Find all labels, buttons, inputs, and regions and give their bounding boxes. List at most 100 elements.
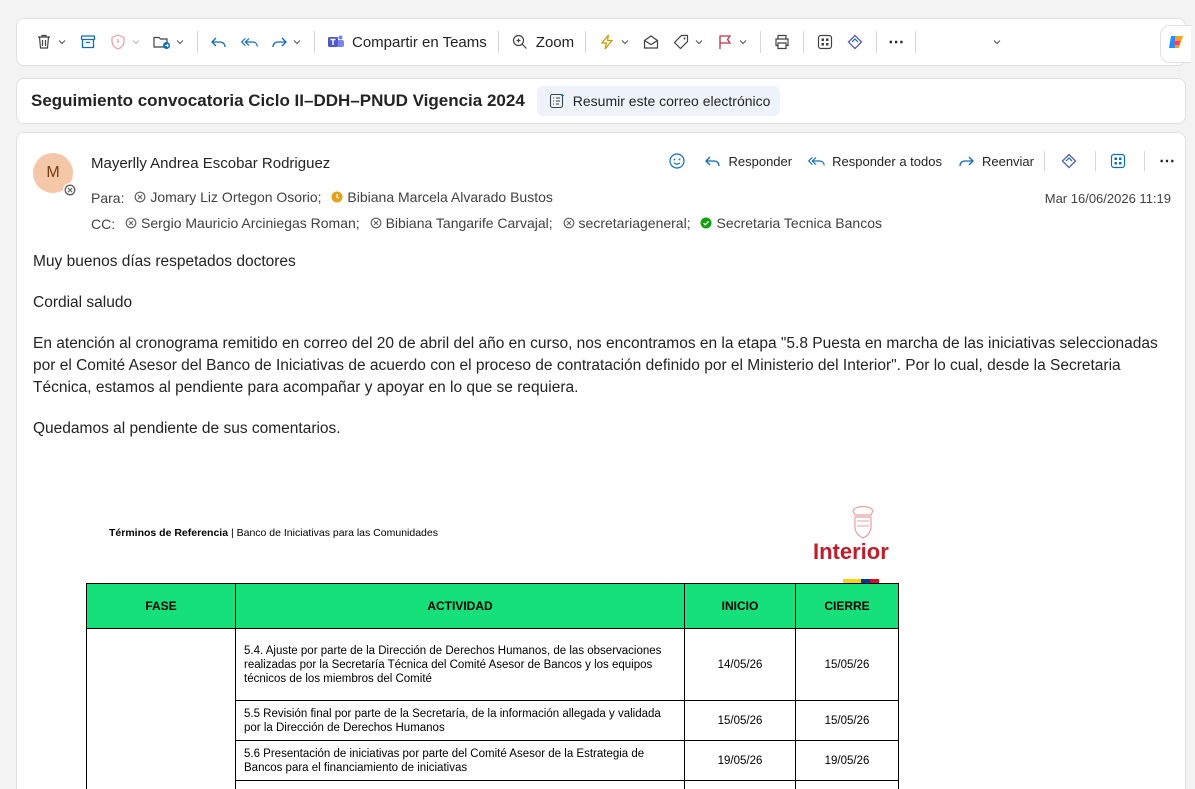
- chevron-down-icon[interactable]: [619, 32, 631, 52]
- presence-available-icon: [700, 217, 712, 229]
- apps-grid-icon: [1108, 151, 1128, 171]
- recipient-name: Jomary Liz Ortegon Osorio;: [150, 189, 322, 205]
- sender-name[interactable]: Mayerlly Andrea Escobar Rodriguez: [91, 155, 330, 172]
- activity-cell: 5.4. Ajuste por parte de la Dirección de…: [235, 628, 685, 701]
- react-button[interactable]: [667, 151, 693, 171]
- print-button[interactable]: [767, 26, 797, 58]
- recipient[interactable]: Sergio Mauricio Arciniegas Roman;: [119, 215, 360, 231]
- logo-text: Interior: [813, 539, 889, 564]
- recipient-name: Bibiana Marcela Alvarado Bustos: [347, 189, 553, 205]
- chevron-down-icon[interactable]: [737, 32, 749, 52]
- apps-button[interactable]: [810, 26, 840, 58]
- copilot-icon: [1167, 33, 1185, 56]
- folder-move-icon: [152, 32, 172, 52]
- summary-icon: [547, 91, 567, 111]
- chevron-down-icon[interactable]: [174, 32, 186, 52]
- zoom-button[interactable]: Zoom: [505, 26, 579, 58]
- more-options-button[interactable]: ⋯: [883, 26, 909, 58]
- chevron-down-icon[interactable]: [130, 32, 142, 52]
- start-date-cell: 19/05/26: [684, 740, 796, 781]
- toolbar-divider: [497, 31, 499, 53]
- chevron-down-icon[interactable]: [291, 32, 303, 52]
- chevron-down-icon[interactable]: [693, 32, 705, 52]
- reply-all-button[interactable]: Responder a todos: [806, 151, 942, 171]
- lightning-icon: [597, 32, 617, 52]
- reply-icon: [703, 151, 723, 171]
- delete-button[interactable]: [29, 26, 73, 58]
- toolbar-divider: [197, 31, 198, 53]
- reply-icon: [209, 32, 229, 52]
- actions-divider: [1144, 151, 1145, 171]
- shield-alert-icon: [108, 32, 128, 52]
- quick-steps-button[interactable]: [592, 26, 636, 58]
- recipient[interactable]: Secretaria Tecnica Bancos: [694, 215, 882, 231]
- start-date-cell: 15/05/26: [684, 700, 796, 741]
- presence-offline-icon: [563, 217, 575, 229]
- recipient[interactable]: Bibiana Tangarife Carvajal;: [364, 215, 553, 231]
- cc-label: CC:: [91, 216, 116, 232]
- column-header: INICIO: [684, 583, 796, 629]
- toolbar-divider: [585, 31, 587, 53]
- recipient[interactable]: Jomary Liz Ortegon Osorio;: [128, 189, 322, 205]
- loop-icon: [1059, 151, 1079, 171]
- recipient[interactable]: secretariageneral;: [557, 215, 691, 231]
- toolbar: Compartir en Teams Zoom ⋯: [0, 0, 1195, 84]
- apps-grid-icon: [815, 32, 835, 52]
- report-button[interactable]: [103, 26, 147, 58]
- recipient-name: Secretaria Tecnica Bancos: [716, 215, 882, 231]
- reply-all-button[interactable]: [234, 26, 264, 58]
- toolbar-ribbon: Compartir en Teams Zoom ⋯: [16, 18, 1191, 66]
- loop-button[interactable]: [840, 26, 870, 58]
- expand-ribbon-button[interactable]: [984, 26, 1008, 58]
- toolbar-divider: [760, 31, 762, 53]
- body-paragraph: Quedamos al pendiente de sus comentarios…: [33, 420, 341, 437]
- recipient-name: secretariageneral;: [578, 215, 691, 231]
- summarize-label: Resumir este correo electrónico: [572, 93, 771, 109]
- table-row: 5.4. Ajuste por parte de la Dirección de…: [86, 628, 899, 789]
- message-actions: Responder Responder a todos Reenviar ⋯: [657, 151, 1175, 171]
- archive-button[interactable]: [73, 26, 103, 58]
- column-header: CIERRE: [795, 583, 899, 629]
- toolbar-divider: [314, 31, 315, 53]
- reply-button[interactable]: [204, 26, 234, 58]
- more-icon: ⋯: [1159, 153, 1175, 170]
- reply-button[interactable]: Responder: [703, 151, 792, 171]
- presence-away-icon: [331, 191, 343, 203]
- copilot-button[interactable]: [1160, 25, 1191, 63]
- mark-read-button[interactable]: [636, 26, 666, 58]
- embedded-image[interactable]: Términos de Referencia | Banco de Inicia…: [83, 503, 913, 789]
- document-header-rest: | Banco de Iniciativas para las Comunida…: [228, 527, 438, 539]
- end-date-cell: 19/05/26: [795, 740, 899, 781]
- move-button[interactable]: [147, 26, 191, 58]
- chevron-down-icon: [991, 32, 1003, 52]
- summarize-button[interactable]: Resumir este correo electrónico: [536, 86, 781, 116]
- recipient-name: Sergio Mauricio Arciniegas Roman;: [141, 215, 360, 231]
- forward-button[interactable]: Reenviar: [956, 151, 1034, 171]
- chevron-down-icon[interactable]: [56, 32, 68, 52]
- recipient-name: Bibiana Tangarife Carvajal;: [385, 215, 553, 231]
- end-date-cell: 15/05/26: [795, 628, 899, 701]
- forward-button[interactable]: [264, 26, 308, 58]
- categorize-button[interactable]: [666, 26, 710, 58]
- presence-offline-icon: [63, 183, 77, 197]
- share-teams-button[interactable]: Compartir en Teams: [321, 26, 492, 58]
- start-date-cell: [684, 780, 796, 789]
- reply-all-label: Responder a todos: [832, 153, 942, 169]
- presence-offline-icon: [370, 217, 382, 229]
- trash-icon: [34, 32, 54, 52]
- flag-button[interactable]: [710, 26, 754, 58]
- subject-bar: Seguimiento convocatoria Ciclo II–DDH–PN…: [16, 78, 1186, 124]
- recipient[interactable]: Bibiana Marcela Alvarado Bustos: [325, 189, 553, 205]
- zoom-icon: [510, 32, 530, 52]
- apps-button[interactable]: [1108, 151, 1134, 171]
- flag-icon: [715, 32, 735, 52]
- share-teams-label: Compartir en Teams: [352, 33, 487, 51]
- message-pane: M Mayerlly Andrea Escobar Rodriguez Resp…: [16, 132, 1186, 789]
- end-date-cell: [795, 780, 899, 789]
- document-header-bold: Términos de Referencia: [109, 527, 229, 539]
- loop-button[interactable]: [1059, 151, 1085, 171]
- message-more-button[interactable]: ⋯: [1159, 151, 1175, 171]
- presence-offline-icon: [125, 217, 137, 229]
- activity-cell: 5.6 Presentación de iniciativas por part…: [235, 740, 685, 781]
- table-header-row: FASE ACTIVIDAD INICIO CIERRE: [86, 583, 899, 629]
